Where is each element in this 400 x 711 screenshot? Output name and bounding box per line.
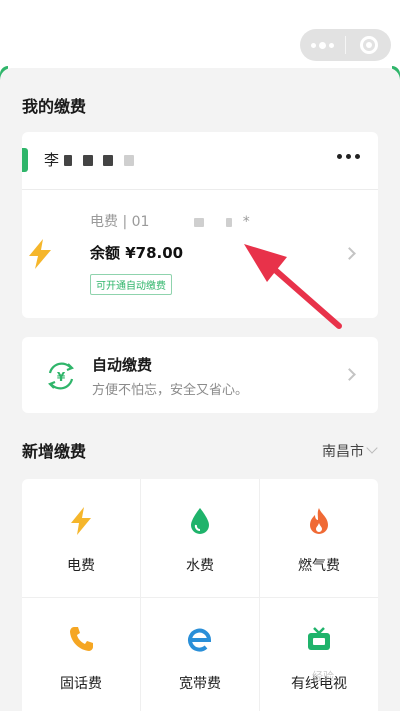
auto-pay-title: 自动缴费: [92, 356, 153, 374]
balance-amount: 余额 ¥78.00: [90, 244, 184, 262]
payment-item-broadband[interactable]: 宽带费: [141, 597, 259, 711]
payment-item-label: 固话费: [60, 676, 102, 692]
tv-icon: [305, 623, 333, 655]
new-payment-title: 新增缴费: [22, 442, 87, 461]
auto-pay-tag[interactable]: 可开通自动缴费: [90, 274, 172, 295]
water-drop-icon: [188, 505, 212, 537]
flame-icon: [307, 505, 331, 537]
broadband-e-icon: [186, 623, 214, 655]
account-more-icon[interactable]: [337, 154, 360, 159]
payment-item-water[interactable]: 水费: [141, 479, 259, 597]
payment-item-landline[interactable]: 固话费: [22, 597, 140, 711]
redacted-block: [103, 155, 114, 166]
payment-item-label: 电费: [67, 558, 95, 574]
redacted-block: [63, 155, 72, 166]
watermark: 经验: [312, 670, 334, 683]
auto-pay-subtitle: 方便不怕忘，安全又省心。: [92, 383, 249, 398]
redacted-block: [226, 217, 233, 227]
lightning-icon: [26, 238, 54, 274]
mini-program-capsule: [300, 29, 391, 61]
payment-item-label: 燃气费: [298, 558, 340, 574]
phone-icon: [68, 623, 94, 655]
account-name-text: 李: [44, 151, 60, 169]
redacted-block: [193, 217, 204, 227]
payment-item-label: 水费: [186, 558, 214, 574]
payment-item-electricity[interactable]: 电费: [22, 479, 140, 597]
city-selector[interactable]: 南昌市: [322, 441, 364, 461]
top-bar: [0, 0, 400, 70]
redacted-block: [82, 155, 93, 166]
my-payments-title: 我的缴费: [22, 97, 87, 116]
target-circle-icon[interactable]: [346, 29, 391, 61]
account-accent-bar: [22, 148, 28, 172]
lightning-icon: [69, 505, 93, 537]
payment-item-label: 宽带费: [179, 676, 221, 692]
auto-yuan-icon: ¥: [44, 359, 78, 397]
account-name: 李: [44, 149, 135, 170]
bill-suffix: *: [242, 214, 250, 230]
bill-type-label: 电费 | 01 *: [90, 211, 250, 231]
payment-item-cable-tv[interactable]: 有线电视: [260, 597, 378, 711]
account-card-header: 李: [22, 132, 378, 190]
more-dots-icon[interactable]: [300, 29, 345, 61]
redacted-block: [124, 155, 135, 166]
svg-text:¥: ¥: [57, 370, 66, 384]
payment-item-gas[interactable]: 燃气费: [260, 479, 378, 597]
bill-type-text: 电费 | 01: [90, 214, 150, 230]
